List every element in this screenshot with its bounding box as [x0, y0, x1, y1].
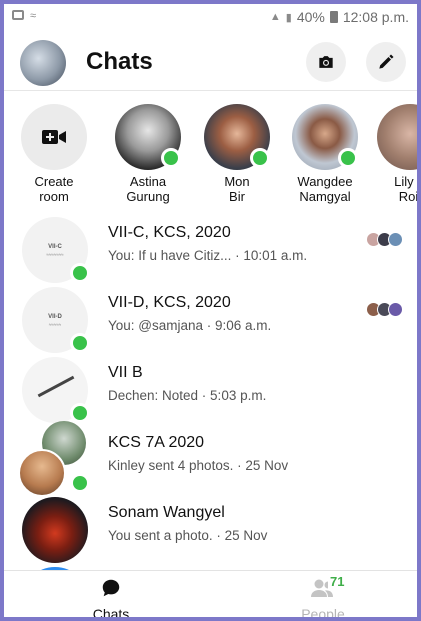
avatar [377, 104, 417, 170]
group-avatar: VII-C ≈≈≈≈≈≈≈ [22, 217, 90, 283]
chat-name: VII B [108, 364, 143, 381]
tab-people[interactable]: 71 People [278, 574, 368, 621]
create-room-button[interactable] [21, 104, 87, 170]
chat-preview: You sent a photo. · 25 Nov [108, 528, 268, 543]
bottom-nav: Chats 71 People [4, 570, 417, 621]
signal-icon: ≈ [30, 10, 37, 22]
avatar [22, 497, 88, 563]
story-mon-bir[interactable]: Mon Bir [197, 104, 277, 204]
people-badge: 71 [328, 574, 347, 589]
online-indicator [161, 148, 181, 168]
online-indicator [70, 263, 90, 283]
chat-row[interactable]: VII B Dechen: Noted · 5:03 p.m. [4, 352, 417, 423]
tab-label: People [301, 606, 345, 621]
chat-name: VII-C, KCS, 2020 [108, 224, 231, 241]
stories-row: Create room Astina Gurung Mon Bir Wangde… [4, 104, 417, 204]
chat-row[interactable]: Sonam Wangyel You sent a photo. · 25 Nov [4, 492, 417, 563]
camera-button[interactable] [306, 42, 346, 82]
battery-icon [329, 11, 338, 23]
create-room[interactable]: Create room [14, 104, 94, 204]
avatar [115, 104, 181, 170]
online-indicator [70, 403, 90, 423]
chat-name: KCS 7A 2020 [108, 434, 205, 451]
group-avatar [22, 357, 90, 423]
cell-signal-icon: ▮ [285, 11, 292, 24]
tab-chats[interactable]: Chats [66, 577, 156, 621]
story-lily-k-roii[interactable]: Lily K Roii [370, 104, 421, 204]
seen-by-avatars [366, 302, 403, 317]
chat-row[interactable]: VII-D ≈≈≈≈≈ VII-D, KCS, 2020 You: @samja… [4, 282, 417, 353]
chat-preview: Kinley sent 4 photos. · 25 Nov [108, 458, 289, 473]
header: Chats [4, 34, 417, 91]
clock: 12:08 p.m. [342, 9, 409, 25]
chat-preview: Dechen: Noted · 5:03 p.m. [108, 388, 267, 403]
seen-by-avatars [366, 232, 403, 247]
online-indicator [338, 148, 358, 168]
new-message-button[interactable] [366, 42, 406, 82]
chat-name: Sonam Wangyel [108, 504, 225, 521]
story-name: Create room [34, 174, 74, 204]
wifi-icon: ▲ [269, 11, 281, 23]
status-bar: ≈ ▲ ▮ 40% 12:08 p.m. [4, 4, 417, 30]
online-indicator [70, 333, 90, 353]
chat-row[interactable]: VII-C ≈≈≈≈≈≈≈ VII-C, KCS, 2020 You: If u… [4, 212, 417, 283]
story-name: Lily K Roii [394, 174, 421, 204]
group-avatar: VII-D ≈≈≈≈≈ [22, 287, 90, 353]
story-wangdee-namgyal[interactable]: Wangdee Namgyal [285, 104, 365, 204]
screenshot-icon [12, 10, 24, 20]
story-name: Astina Gurung [126, 174, 170, 204]
profile-avatar[interactable] [20, 40, 66, 86]
chat-preview: You: @samjana · 9:06 a.m. [108, 318, 272, 333]
battery-percent: 40% [296, 9, 325, 25]
online-indicator [250, 148, 270, 168]
chat-bubble-icon [102, 579, 120, 597]
chat-preview: You: If u have Citiz... · 10:01 a.m. [108, 248, 308, 263]
story-name: Wangdee Namgyal [297, 174, 353, 204]
avatar [292, 104, 358, 170]
page-title: Chats [86, 48, 153, 75]
video-plus-icon [42, 130, 66, 144]
phone-screen: ≈ ▲ ▮ 40% 12:08 p.m. Chats Create room A… [0, 0, 421, 621]
pencil-icon [379, 54, 394, 69]
story-name: Mon Bir [224, 174, 250, 204]
chat-name: VII-D, KCS, 2020 [108, 294, 231, 311]
story-astina-gurung[interactable]: Astina Gurung [108, 104, 188, 204]
tab-label: Chats [92, 606, 130, 621]
group-avatar [18, 421, 90, 497]
camera-icon [319, 56, 333, 68]
avatar [204, 104, 270, 170]
online-indicator [70, 473, 90, 493]
chat-row[interactable]: KCS 7A 2020 Kinley sent 4 photos. · 25 N… [4, 421, 417, 497]
